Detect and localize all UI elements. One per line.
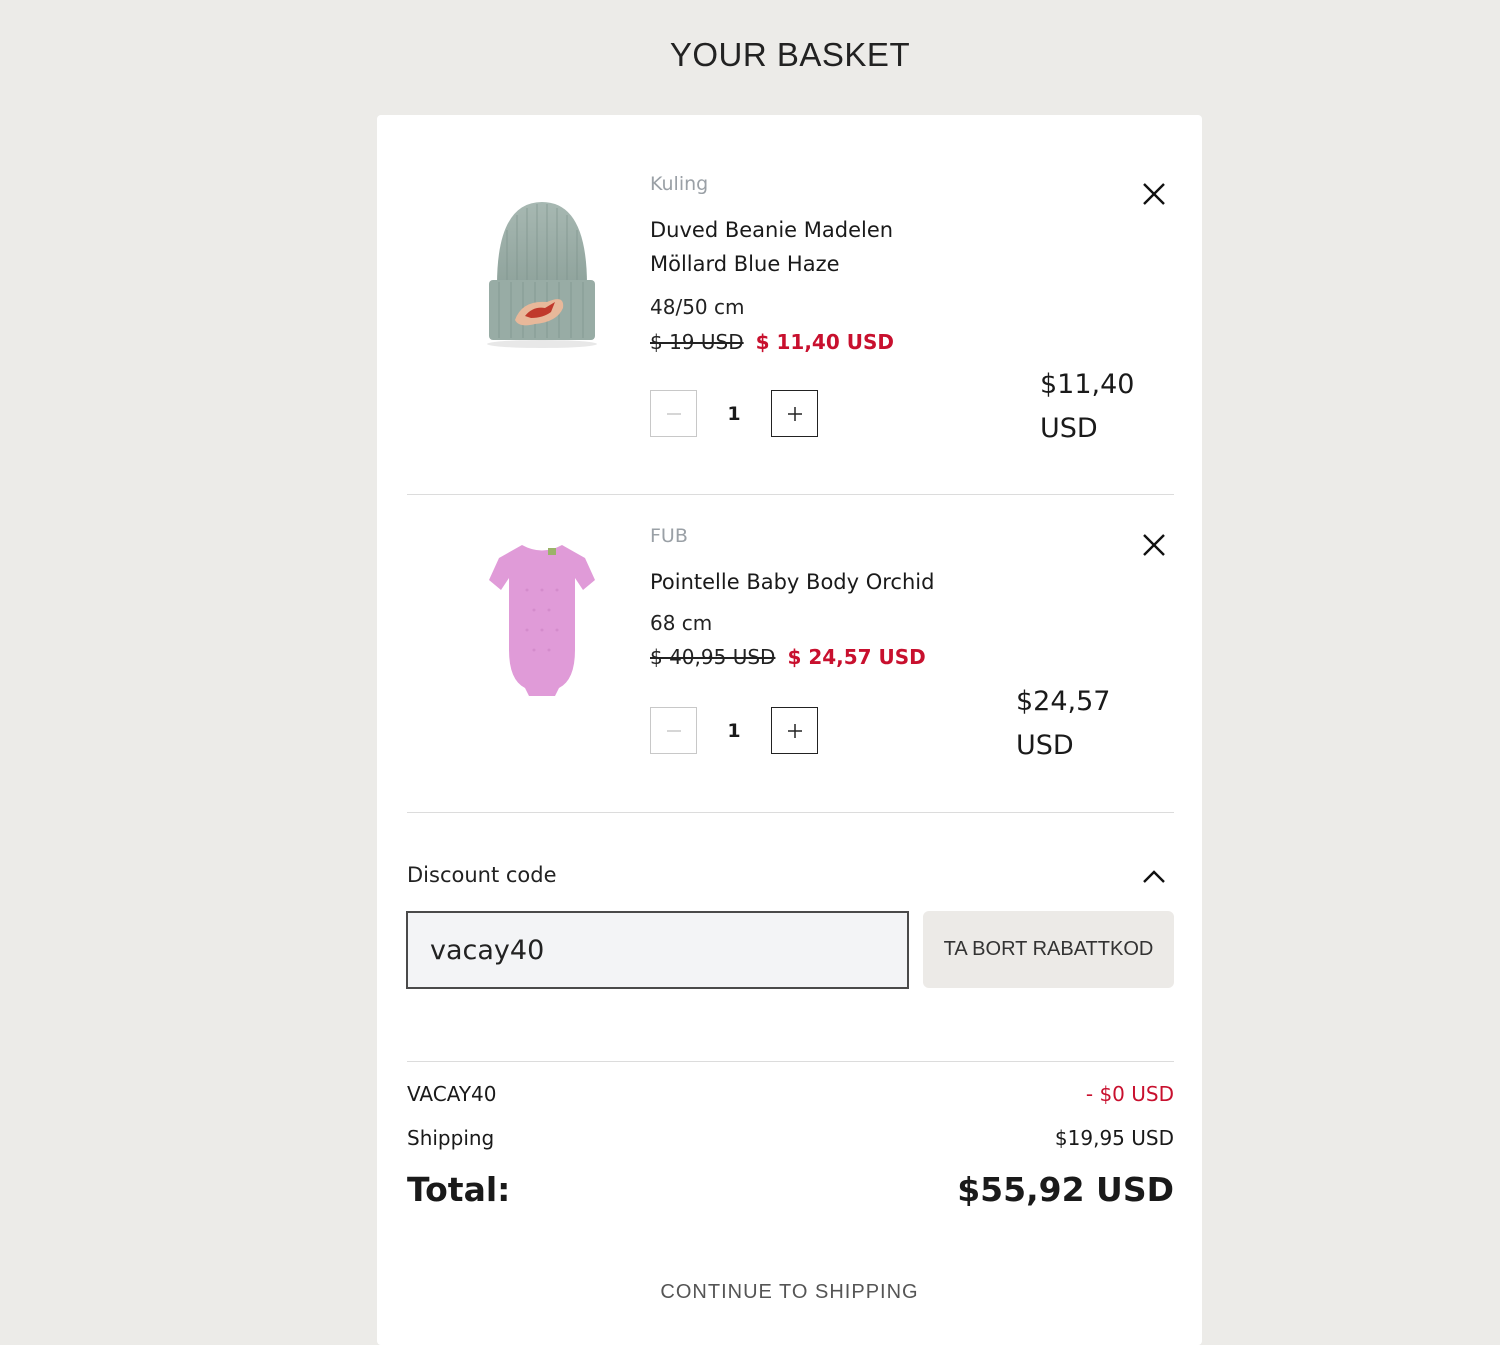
page-title: YOUR BASKET — [669, 36, 911, 73]
shipping-label: Shipping — [407, 1126, 495, 1150]
plus-icon — [787, 406, 802, 421]
minus-icon — [666, 729, 681, 732]
shipping-amount: $19,95 USD — [1054, 1126, 1174, 1150]
line-total: $11,40 USD — [1040, 363, 1134, 451]
product-brand: FUB — [650, 525, 688, 547]
sale-price: $ 24,57 USD — [787, 645, 926, 669]
line-total-currency: USD — [1040, 413, 1098, 444]
discount-amount: - $0 USD — [1085, 1082, 1174, 1106]
total-label: Total: — [407, 1170, 511, 1209]
decrease-quantity-button[interactable] — [650, 390, 697, 437]
product-brand: Kuling — [650, 173, 709, 195]
basket-card: Kuling Duved Beanie Madelen Möllard Blue… — [377, 115, 1202, 1345]
continue-to-shipping-button[interactable]: CONTINUE TO SHIPPING — [377, 1281, 1202, 1304]
quantity-value: 1 — [727, 719, 741, 742]
increase-quantity-button[interactable] — [771, 390, 818, 437]
decrease-quantity-button[interactable] — [650, 707, 697, 754]
discount-code-name: VACAY40 — [407, 1082, 497, 1106]
line-total-amount: $11,40 — [1040, 369, 1135, 400]
order-summary: VACAY40 - $0 USD Shipping $19,95 USD Tot… — [407, 1061, 1174, 1209]
line-total-amount: $24,57 — [1016, 686, 1111, 717]
remove-discount-button[interactable]: TA BORT RABATTKOD — [923, 911, 1174, 988]
quantity-stepper: 1 — [650, 390, 818, 437]
minus-icon — [666, 412, 681, 415]
old-price: $ 40,95 USD — [650, 645, 776, 669]
discount-code-input[interactable] — [406, 911, 909, 989]
product-name[interactable]: Duved Beanie Madelen Möllard Blue Haze — [650, 213, 970, 281]
product-image-beanie[interactable] — [467, 190, 617, 380]
discount-summary-row: VACAY40 - $0 USD — [407, 1082, 1174, 1106]
product-prices: $ 40,95 USD $ 24,57 USD — [650, 645, 926, 669]
remove-item-close-icon[interactable] — [1140, 531, 1168, 559]
product-size: 48/50 cm — [650, 295, 745, 319]
plus-icon — [787, 723, 802, 738]
discount-code-label: Discount code — [407, 863, 557, 887]
total-row: Total: $55,92 USD — [407, 1170, 1174, 1209]
shipping-row: Shipping $19,95 USD — [407, 1126, 1174, 1150]
remove-item-close-icon[interactable] — [1140, 180, 1168, 208]
sale-price: $ 11,40 USD — [755, 330, 894, 354]
product-name[interactable]: Pointelle Baby Body Orchid — [650, 565, 1030, 599]
product-prices: $ 19 USD $ 11,40 USD — [650, 330, 894, 354]
quantity-stepper: 1 — [650, 707, 818, 754]
quantity-value: 1 — [727, 402, 741, 425]
total-amount: $55,92 USD — [957, 1170, 1174, 1209]
old-price: $ 19 USD — [650, 330, 744, 354]
product-size: 68 cm — [650, 611, 713, 635]
increase-quantity-button[interactable] — [771, 707, 818, 754]
chevron-up-icon[interactable] — [1141, 866, 1167, 886]
product-image-bodysuit[interactable] — [467, 530, 617, 720]
basket-item: FUB Pointelle Baby Body Orchid 68 cm $ 4… — [407, 495, 1174, 813]
basket-item: Kuling Duved Beanie Madelen Möllard Blue… — [407, 155, 1174, 495]
line-total: $24,57 USD — [1016, 680, 1110, 768]
line-total-currency: USD — [1016, 730, 1074, 761]
